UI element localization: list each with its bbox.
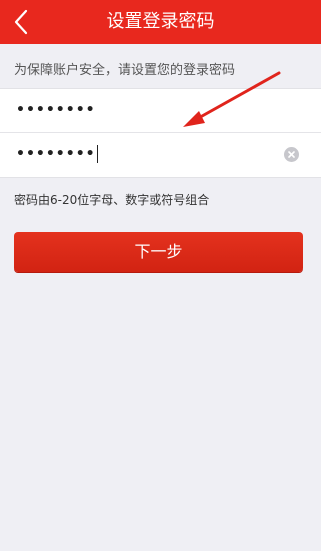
next-button[interactable]: 下一步 <box>14 232 303 272</box>
annotation-arrow-icon <box>183 71 281 127</box>
